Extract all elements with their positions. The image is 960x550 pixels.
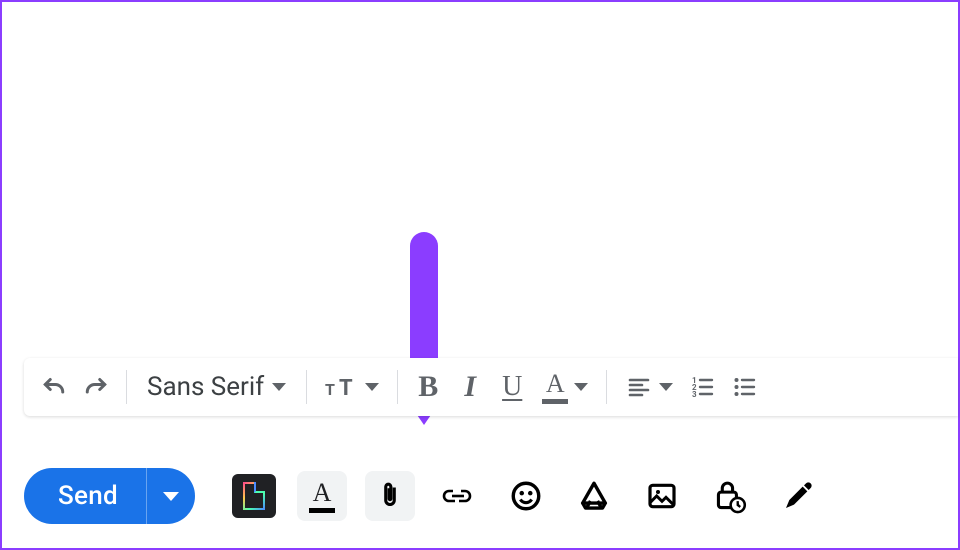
extension-button[interactable]: [229, 471, 279, 521]
align-left-icon: [625, 375, 653, 399]
svg-text:T: T: [339, 376, 353, 399]
underline-icon: U: [502, 371, 522, 403]
numbered-list-icon: 1 2 3: [688, 375, 718, 399]
send-button[interactable]: Send: [24, 468, 146, 524]
formatting-toolbar: Sans Serif T T B I U A 1 2: [24, 358, 958, 416]
send-label: Send: [58, 481, 118, 511]
chevron-down-icon: [365, 383, 379, 391]
svg-text:T: T: [325, 380, 335, 399]
google-drive-icon: [577, 479, 611, 513]
chevron-down-icon: [272, 383, 286, 391]
text-color-icon: A: [542, 371, 568, 404]
undo-button[interactable]: [34, 367, 74, 407]
text-color-icon: A: [309, 480, 335, 513]
insert-link-button[interactable]: [433, 471, 483, 521]
numbered-list-button[interactable]: 1 2 3: [683, 367, 723, 407]
send-button-group: Send: [24, 468, 195, 524]
compose-action-bar: Send A: [24, 464, 958, 528]
underline-button[interactable]: U: [492, 367, 532, 407]
emoji-icon: [509, 479, 543, 513]
bold-button[interactable]: B: [408, 367, 448, 407]
bold-icon: B: [418, 370, 438, 404]
text-color-button[interactable]: A: [297, 471, 347, 521]
insert-emoji-button[interactable]: [501, 471, 551, 521]
lock-clock-icon: [712, 478, 748, 514]
link-icon: [440, 484, 476, 508]
separator: [606, 370, 607, 404]
send-options-button[interactable]: [147, 468, 195, 524]
insert-drive-button[interactable]: [569, 471, 619, 521]
font-size-picker[interactable]: T T: [317, 367, 387, 407]
redo-icon: [81, 372, 111, 402]
separator: [397, 370, 398, 404]
separator: [306, 370, 307, 404]
paperclip-icon: [373, 479, 407, 513]
insert-signature-button[interactable]: [773, 471, 823, 521]
font-family-picker[interactable]: Sans Serif: [137, 367, 296, 407]
extension-icon: [232, 474, 276, 518]
text-color-button[interactable]: A: [534, 367, 596, 407]
redo-button[interactable]: [76, 367, 116, 407]
svg-text:3: 3: [692, 390, 697, 399]
separator: [126, 370, 127, 404]
italic-button[interactable]: I: [450, 367, 490, 407]
insert-photo-button[interactable]: [637, 471, 687, 521]
font-family-label: Sans Serif: [147, 372, 264, 402]
font-size-icon: T T: [325, 375, 359, 399]
bulleted-list-icon: [730, 375, 760, 399]
compose-icon-row: A: [229, 471, 823, 521]
confidential-mode-button[interactable]: [705, 471, 755, 521]
undo-icon: [39, 372, 69, 402]
bulleted-list-button[interactable]: [725, 367, 765, 407]
chevron-down-icon: [163, 492, 179, 501]
italic-icon: I: [464, 370, 476, 404]
attach-file-button[interactable]: [365, 471, 415, 521]
align-button[interactable]: [617, 367, 681, 407]
chevron-down-icon: [574, 383, 588, 391]
image-icon: [646, 480, 678, 512]
chevron-down-icon: [659, 383, 673, 391]
pen-icon: [782, 480, 814, 512]
compose-body-area[interactable]: [2, 2, 958, 348]
